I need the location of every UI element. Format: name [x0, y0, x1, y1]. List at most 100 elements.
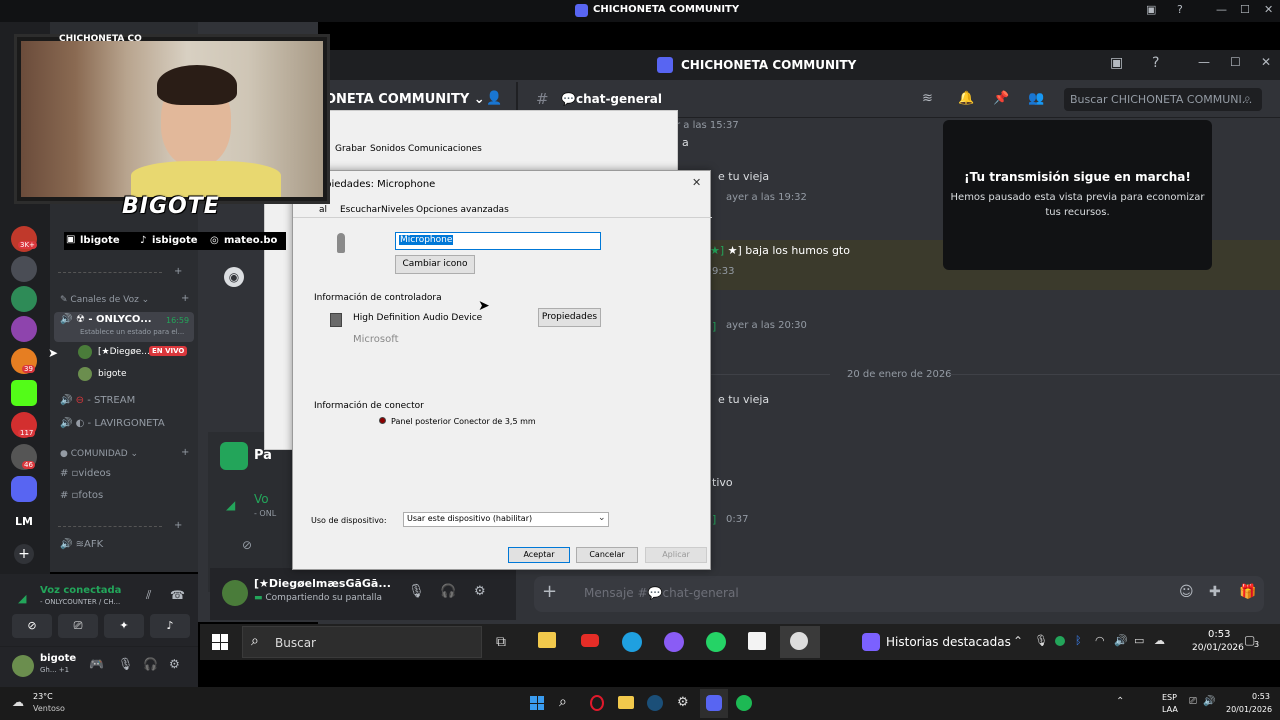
tab-escuchar[interactable]: Escuchar [340, 205, 381, 215]
server-icon[interactable] [11, 476, 37, 502]
category-header[interactable]: ✎ Canales de Voz ⌄ [60, 295, 149, 305]
member-name[interactable]: bigote [98, 369, 127, 379]
file-explorer-icon[interactable] [618, 696, 634, 709]
microphone-icon[interactable]: 🎙 [1034, 634, 1048, 647]
activities-icon[interactable]: ✦ [104, 614, 144, 638]
disconnect-icon[interactable]: ☎ [170, 588, 185, 602]
server-icon[interactable] [11, 316, 37, 342]
highlights-label[interactable]: Historias destacadas [886, 635, 1011, 649]
volume-icon[interactable]: 🔊 [1203, 696, 1215, 707]
message-input[interactable]: + Mensaje #💬chat-general ☺ ✚ 🎁 [534, 576, 1264, 612]
wifi-icon[interactable]: ◠ [1095, 634, 1105, 647]
spotify-icon[interactable] [736, 695, 752, 711]
channel-status[interactable]: Establece un estado para el... [80, 328, 184, 336]
help-icon[interactable]: ? [1177, 3, 1183, 16]
clock-time[interactable]: 0:53 [1252, 692, 1270, 701]
chevron-up-icon[interactable]: ⌃ [1013, 634, 1023, 648]
windows-start-icon[interactable] [530, 696, 544, 710]
tab-comunicaciones[interactable]: Comunicaciones [408, 144, 482, 154]
task-view-icon[interactable]: ⧉ [496, 634, 506, 650]
clock-date[interactable]: 20/01/2026 [1192, 643, 1244, 653]
properties-button[interactable]: Propiedades [538, 308, 601, 327]
weather-icon[interactable]: ☁ [12, 695, 24, 709]
controller-icon[interactable]: 🎮 [89, 657, 104, 671]
maximize-button[interactable]: ☐ [1240, 3, 1250, 16]
weather-temp[interactable]: 23°C [33, 692, 53, 701]
microphone-icon[interactable]: 🎙 [118, 657, 133, 671]
maximize-button[interactable]: ☐ [1230, 55, 1241, 69]
tab-sonidos[interactable]: Sonidos [370, 144, 405, 154]
headphones-icon[interactable]: 🎧 [440, 584, 456, 599]
network-icon[interactable]: ⎚ [1189, 696, 1197, 707]
server-icon[interactable] [11, 256, 37, 282]
search-icon[interactable]: ⌕ [559, 694, 567, 710]
gear-icon[interactable]: ⚙ [474, 584, 486, 599]
minimize-button[interactable]: — [1216, 3, 1227, 16]
add-attachment-icon[interactable]: + [542, 581, 557, 602]
add-channel-icon[interactable]: + [181, 293, 189, 304]
soundboard-icon[interactable]: ♪ [150, 614, 190, 638]
messenger-icon[interactable] [664, 632, 684, 652]
ok-button[interactable]: Aceptar [508, 547, 570, 563]
active-app[interactable] [700, 689, 728, 718]
voice-channel-item[interactable]: 🔊 ◐ - LAVIRGONETA [60, 418, 165, 429]
noise-suppression-icon[interactable]: ⫽ [146, 588, 151, 603]
weather-desc[interactable]: Ventoso [33, 704, 65, 713]
category-header[interactable]: ● COMUNIDAD ⌄ [60, 449, 138, 459]
tab-niveles[interactable]: Niveles [381, 205, 414, 215]
microphone-icon[interactable]: 🎙 [408, 584, 425, 599]
language-code[interactable]: ESP [1162, 693, 1177, 702]
device-name-input[interactable]: Microphone [395, 232, 601, 250]
voice-channel-item[interactable]: 🔊 ☢ - ONLYCO... [60, 314, 152, 325]
clock-time[interactable]: 0:53 [1208, 629, 1230, 640]
invite-icon[interactable]: 👤 [486, 91, 502, 106]
pin-icon[interactable]: 📌 [993, 91, 1009, 106]
add-channel-icon[interactable]: + [174, 520, 182, 531]
highlights-icon[interactable] [862, 633, 880, 651]
file-explorer-icon[interactable] [538, 632, 556, 648]
member-name[interactable]: [★Diegøe... [98, 347, 150, 357]
inbox-icon[interactable]: ▣ [1146, 3, 1156, 16]
voice-channel-item[interactable]: 🔊 ⊖ - STREAM [60, 395, 135, 406]
windows-start-icon[interactable] [212, 634, 228, 650]
avatar[interactable] [222, 580, 248, 606]
server-lm-label[interactable]: LM [15, 515, 33, 528]
server-icon[interactable] [11, 286, 37, 312]
close-button[interactable]: ✕ [692, 176, 701, 189]
taskbar-search[interactable]: ⌕ Buscar [242, 626, 482, 658]
chevron-up-icon[interactable]: ⌃ [1116, 696, 1124, 707]
threads-icon[interactable]: ≋ [922, 91, 933, 106]
usage-select[interactable]: Usar este dispositivo (habilitar) ⌄ [403, 512, 609, 527]
activity-icon[interactable]: ◉ [224, 267, 244, 287]
members-icon[interactable]: 👥 [1028, 91, 1044, 106]
clock-date[interactable]: 20/01/2026 [1226, 705, 1272, 714]
settings-icon[interactable]: ⚙ [677, 695, 689, 710]
camera-off-icon[interactable]: ⊘ [12, 614, 52, 638]
bluetooth-icon[interactable]: ᛒ [1075, 634, 1082, 647]
stream-paused-card[interactable]: ¡Tu transmisión sigue en marcha! Hemos p… [943, 120, 1212, 270]
add-channel-icon[interactable]: + [174, 266, 182, 277]
youtube-icon[interactable] [581, 634, 599, 647]
cancel-button[interactable]: Cancelar [576, 547, 638, 563]
gift-icon[interactable]: 🎁 [1239, 584, 1256, 600]
tab-grabar[interactable]: Grabar [335, 144, 366, 154]
status-dot-icon[interactable] [1055, 636, 1065, 646]
voice-status[interactable]: Voz conectada [40, 585, 121, 596]
apply-button[interactable]: Aplicar [645, 547, 707, 563]
server-icon[interactable] [11, 380, 37, 406]
apps-icon[interactable]: ✚ [1209, 584, 1221, 600]
volume-icon[interactable]: 🔊 [1114, 634, 1128, 647]
language-layout[interactable]: LAA [1162, 705, 1178, 714]
add-server-icon[interactable]: + [14, 544, 34, 564]
inbox-icon[interactable]: ▣ [1110, 55, 1123, 71]
text-channel-item[interactable]: # ▫fotos [60, 490, 103, 501]
help-icon[interactable]: ? [1152, 55, 1159, 71]
gear-icon[interactable]: ⚙ [169, 657, 180, 671]
whatsapp-icon[interactable] [706, 632, 726, 652]
avatar[interactable] [12, 655, 34, 677]
text-channel-item[interactable]: # ▫videos [60, 468, 111, 479]
steam-icon[interactable] [647, 695, 663, 711]
screen-share-off-icon[interactable]: ⊘ [242, 538, 252, 552]
close-button[interactable]: ✕ [1264, 3, 1273, 16]
voice-channel-item[interactable]: 🔊 ≋AFK [60, 539, 103, 550]
